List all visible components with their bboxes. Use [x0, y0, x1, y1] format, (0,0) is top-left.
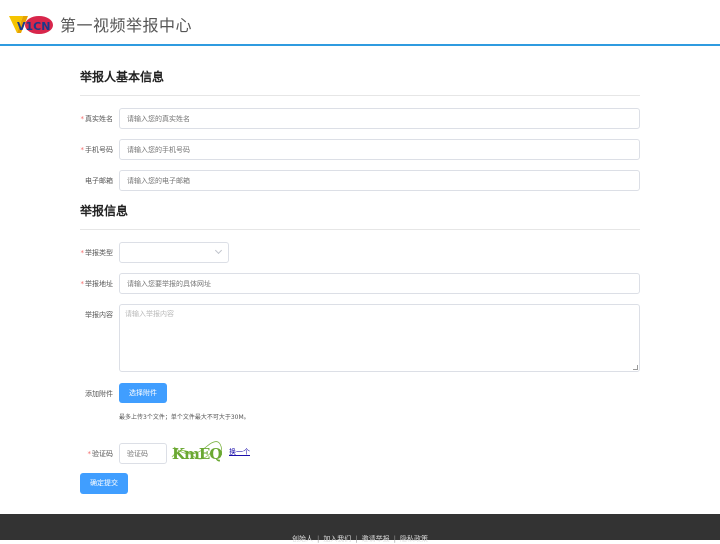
section-divider: [80, 229, 640, 230]
section-divider: [80, 95, 640, 96]
site-title: 第一视频举报中心: [60, 16, 193, 35]
captcha-input[interactable]: [119, 443, 167, 464]
resize-handle-icon[interactable]: [633, 365, 638, 370]
phone-label: *手机号码: [80, 146, 114, 154]
footer-links: 创始人 | 加入我们 | 邀请举报 | 隐私政策: [291, 535, 429, 543]
phone-input[interactable]: [119, 139, 640, 160]
footer-link-join-us[interactable]: 加入我们: [323, 535, 351, 543]
captcha-image[interactable]: KmEQ: [170, 441, 222, 463]
report-section-title: 举报信息: [80, 204, 129, 218]
attachment-hint: 最多上传3个文件；单个文件最大不可大于30M。: [119, 414, 250, 421]
name-label: *真实姓名: [80, 115, 114, 123]
captcha-text: KmEQ: [172, 445, 222, 463]
choose-attachment-button[interactable]: 选择附件: [119, 383, 167, 403]
report-type-label: *举报类型: [80, 249, 114, 257]
footer-link-invite-report[interactable]: 邀请举报: [362, 535, 390, 543]
real-name-input[interactable]: [119, 108, 640, 129]
footer-link-privacy[interactable]: 隐私政策: [400, 535, 428, 543]
report-content-textarea[interactable]: 请输入举报内容: [119, 304, 640, 372]
attachment-label: 添加附件: [85, 390, 113, 398]
report-content-label: 举报内容: [85, 311, 113, 319]
captcha-label: *验证码: [87, 450, 114, 458]
submit-button[interactable]: 确定提交: [80, 473, 128, 494]
reporter-section-title: 举报人基本信息: [80, 70, 165, 84]
report-address-label: *举报地址: [80, 280, 114, 288]
chevron-down-icon: [214, 246, 223, 255]
report-address-input[interactable]: [119, 273, 640, 294]
captcha-refresh-link[interactable]: 换一个: [229, 447, 250, 457]
report-content-placeholder: 请输入举报内容: [125, 310, 174, 318]
report-type-select[interactable]: [119, 242, 229, 263]
logo-text: V1CN: [17, 20, 50, 33]
email-input[interactable]: [119, 170, 640, 191]
footer-link-founder[interactable]: 创始人: [292, 535, 313, 543]
v1cn-logo[interactable]: V1CN: [9, 13, 53, 35]
header: V1CN 第一视频举报中心: [0, 0, 720, 46]
footer: 创始人 | 加入我们 | 邀请举报 | 隐私政策: [0, 514, 720, 543]
email-label: 电子邮箱: [85, 177, 113, 185]
